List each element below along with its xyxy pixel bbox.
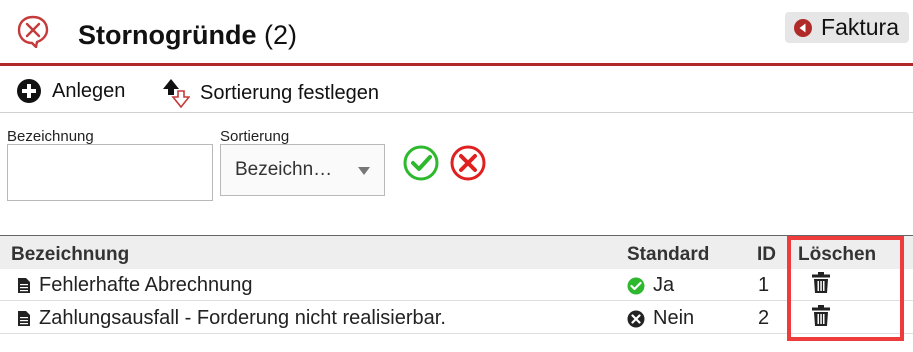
row-name-cell: Fehlerhafte Abrechnung [17,274,253,297]
reset-cancel-icon[interactable] [450,145,486,181]
cancel-bubble-icon [17,15,49,48]
set-sort-order-button[interactable]: Sortierung festlegen [162,78,379,108]
trash-icon[interactable] [812,272,830,294]
trash-icon[interactable] [812,305,830,327]
row-name: Zahlungsausfall - Forderung nicht realis… [39,307,446,329]
sort-select[interactable]: Bezeichn… [220,144,385,196]
column-header-id[interactable]: ID [757,244,776,266]
row-name-cell: Zahlungsausfall - Forderung nicht realis… [17,307,446,330]
table-header: Bezeichnung Standard ID Löschen [0,236,913,269]
sort-arrows-icon [163,79,190,108]
row-name: Fehlerhafte Abrechnung [39,274,253,296]
sort-filter-label: Sortierung [220,128,290,145]
row-standard-cell: Nein [627,307,694,330]
document-icon [18,278,30,293]
faktura-button[interactable]: Faktura [785,12,909,43]
row-standard: Nein [653,307,695,329]
page-header: Stornogründe (2) Faktura [0,0,913,66]
page-title-text: Stornogründe [78,20,257,50]
column-header-delete: Löschen [798,244,877,265]
faktura-label: Faktura [821,14,899,40]
set-sort-order-label: Sortierung festlegen [200,81,380,104]
apply-check-icon[interactable] [403,145,439,181]
toolbar-divider [0,112,913,113]
x-circle-icon [627,310,645,327]
row-id: 1 [758,274,770,296]
plus-circle-icon [17,79,41,103]
row-id: 2 [758,307,770,329]
toolbar: Anlegen Sortierung festlegen [0,72,913,110]
back-arrow-icon [794,18,813,37]
column-header-standard[interactable]: Standard [627,244,709,266]
check-circle-icon [627,277,645,294]
name-filter-input[interactable] [7,144,213,201]
table-row[interactable]: Zahlungsausfall - Forderung nicht realis… [0,302,913,334]
column-header-name[interactable]: Bezeichnung [11,244,129,266]
record-count: (2) [264,20,297,50]
sort-select-value: Bezeichn… [235,159,333,180]
row-standard: Ja [653,274,675,296]
table-row[interactable]: Fehlerhafte Abrechnung Ja 1 [0,269,913,301]
chevron-down-icon [358,167,370,175]
row-standard-cell: Ja [627,274,674,297]
create-button[interactable]: Anlegen [16,78,125,104]
create-label: Anlegen [52,79,126,102]
page-title: Stornogründe (2) [78,20,297,51]
document-icon [18,311,30,326]
name-filter-label: Bezeichnung [7,128,94,145]
